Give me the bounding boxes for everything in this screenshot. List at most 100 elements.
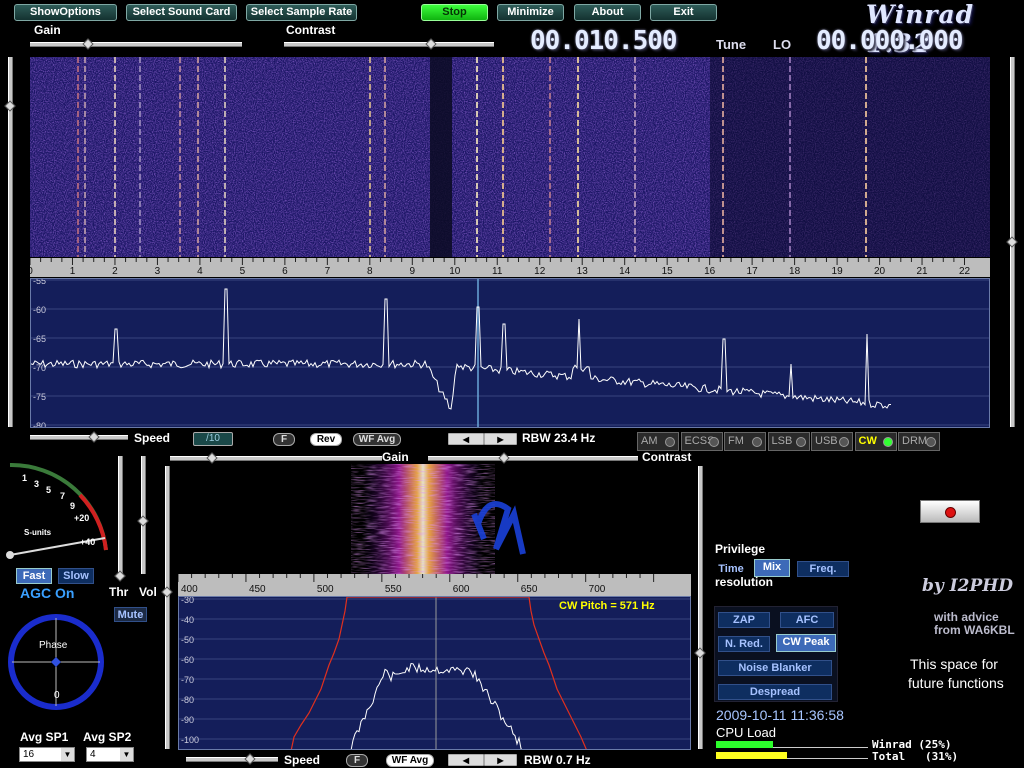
zoom-ruler-tick: 700 bbox=[589, 584, 606, 595]
spectrum-y-tick: -80 bbox=[33, 421, 46, 428]
waterfall-right-slider-knob[interactable] bbox=[1006, 236, 1018, 248]
resolution-label: resolution bbox=[715, 575, 774, 589]
rev-button[interactable]: Rev bbox=[310, 433, 342, 446]
zoom-rbw-increase-button[interactable]: ▶ bbox=[484, 754, 517, 766]
spectrum-y-tick: -75 bbox=[33, 392, 46, 402]
zoom-contrast-slider-knob[interactable] bbox=[498, 452, 510, 464]
tune-frequency-display[interactable]: 00.010.500 bbox=[530, 26, 678, 56]
despread-button[interactable]: Despread bbox=[718, 684, 832, 700]
gain-slider[interactable] bbox=[30, 42, 242, 47]
mode-cw-button[interactable]: CW bbox=[854, 432, 897, 451]
zoom-waterfall[interactable] bbox=[178, 464, 691, 574]
mode-label: AM bbox=[641, 435, 658, 447]
spectrum-display[interactable]: -55-60-65-70-75-80 bbox=[30, 278, 990, 428]
zoom-speed-slider[interactable] bbox=[186, 757, 278, 762]
contrast-label: Contrast bbox=[286, 23, 336, 37]
avg-sp1-select[interactable]: 16 bbox=[19, 747, 75, 762]
waterfall-ruler-tick: 16 bbox=[704, 266, 716, 277]
zoom-wf-avg-button[interactable]: WF Avg bbox=[386, 754, 434, 767]
thr-slider-knob[interactable] bbox=[114, 570, 126, 582]
record-button[interactable] bbox=[920, 500, 980, 523]
zoom-right-slider-knob[interactable] bbox=[694, 647, 706, 659]
stop-button[interactable]: Stop bbox=[421, 4, 488, 21]
waterfall-display[interactable] bbox=[30, 57, 990, 257]
zoom-gain-slider[interactable] bbox=[170, 456, 382, 461]
mode-fm-button[interactable]: FM bbox=[724, 432, 766, 451]
wf-avg-button[interactable]: WF Avg bbox=[353, 433, 401, 446]
waterfall-ruler-tick: 10 bbox=[449, 266, 461, 277]
agc-fast-button[interactable]: Fast bbox=[16, 568, 52, 584]
zoom-gain-label: Gain bbox=[382, 450, 409, 464]
mode-label: DRM bbox=[902, 435, 928, 447]
waterfall-ruler-tick: 1 bbox=[70, 266, 76, 277]
mode-lsb-button[interactable]: LSB bbox=[767, 432, 810, 451]
zoom-y-tick: -40 bbox=[181, 615, 194, 625]
speed-divider-button[interactable]: /10 bbox=[193, 432, 233, 446]
cw-peak-button[interactable]: CW Peak bbox=[776, 634, 836, 652]
select-sound-card-button[interactable]: Select Sound Card bbox=[126, 4, 237, 21]
zoom-speed-label: Speed bbox=[284, 753, 321, 767]
privilege-freq-button[interactable]: Freq. bbox=[797, 561, 849, 577]
agc-status: AGC On bbox=[20, 585, 75, 601]
zoom-frequency-ruler: 400 450 500 550 600 650 700 bbox=[177, 574, 691, 596]
waterfall-ruler-tick: 9 bbox=[410, 266, 416, 277]
mode-label: USB bbox=[815, 435, 838, 447]
zoom-contrast-slider[interactable] bbox=[428, 456, 638, 461]
mode-usb-button[interactable]: USB bbox=[811, 432, 853, 451]
mode-led-icon bbox=[752, 437, 762, 447]
zoom-spectrum-display[interactable]: -30 -40 -50 -60 -70 -80 -90 -100 CW Pitch = 571… bbox=[178, 596, 691, 750]
waterfall-frequency-ruler: 012345678910111213141516171819202122 bbox=[27, 258, 990, 277]
total-load-bar bbox=[716, 752, 868, 759]
noise-blanker-button[interactable]: Noise Blanker bbox=[718, 660, 832, 676]
contrast-slider-knob[interactable] bbox=[425, 38, 437, 50]
gain-label: Gain bbox=[34, 23, 61, 37]
zoom-left-slider[interactable] bbox=[165, 466, 170, 749]
zoom-y-tick: -30 bbox=[181, 596, 194, 605]
credit-advice-line2: from WA6KBL bbox=[934, 623, 1015, 637]
waterfall-ruler-tick: 14 bbox=[619, 266, 631, 277]
phase-zero: 0 bbox=[54, 690, 60, 701]
minimize-button[interactable]: Minimize bbox=[497, 4, 564, 21]
thr-slider[interactable] bbox=[118, 456, 123, 574]
zoom-f-button[interactable]: F bbox=[346, 754, 368, 767]
zoom-gain-slider-knob[interactable] bbox=[206, 452, 218, 464]
afc-button[interactable]: AFC bbox=[780, 612, 834, 628]
mode-drm-button[interactable]: DRM bbox=[898, 432, 940, 451]
waterfall-ruler-tick: 18 bbox=[789, 266, 801, 277]
zoom-speed-slider-knob[interactable] bbox=[244, 753, 256, 765]
f-button[interactable]: F bbox=[273, 433, 295, 446]
spectrum-y-tick: -55 bbox=[33, 278, 46, 286]
rbw-increase-button[interactable]: ▶ bbox=[484, 433, 517, 445]
waterfall-ruler-tick: 19 bbox=[832, 266, 844, 277]
zoom-left-slider-knob[interactable] bbox=[161, 586, 173, 598]
show-options-button[interactable]: ShowOptions bbox=[14, 4, 117, 21]
waterfall-ruler-tick: 4 bbox=[197, 266, 203, 277]
avg-sp2-select[interactable]: 4 bbox=[86, 747, 134, 762]
lo-frequency-display[interactable]: 00.000.000 bbox=[816, 26, 964, 56]
select-sample-rate-button[interactable]: Select Sample Rate bbox=[246, 4, 357, 21]
gain-slider-knob[interactable] bbox=[82, 38, 94, 50]
vol-slider-knob[interactable] bbox=[137, 515, 149, 527]
mode-am-button[interactable]: AM bbox=[637, 432, 679, 451]
zoom-ruler-tick: 400 bbox=[181, 584, 198, 595]
spectrum-y-tick: -60 bbox=[33, 305, 46, 315]
winrad-load-bar bbox=[716, 741, 868, 748]
zap-button[interactable]: ZAP bbox=[718, 612, 770, 628]
speed-slider-knob[interactable] bbox=[88, 431, 100, 443]
about-button[interactable]: About bbox=[574, 4, 641, 21]
exit-button[interactable]: Exit bbox=[650, 4, 717, 21]
mode-ecss-button[interactable]: ECSS bbox=[680, 432, 723, 451]
s-meter-scale-label: +40 bbox=[80, 537, 95, 547]
waterfall-left-slider[interactable] bbox=[8, 57, 13, 427]
agc-slow-button[interactable]: Slow bbox=[58, 568, 94, 584]
zoom-right-slider[interactable] bbox=[698, 466, 703, 749]
zoom-rbw-decrease-button[interactable]: ◀ bbox=[448, 754, 484, 766]
phase-dial[interactable]: Phase 0 bbox=[6, 612, 106, 712]
noise-reduction-button[interactable]: N. Red. bbox=[718, 636, 770, 652]
contrast-slider[interactable] bbox=[284, 42, 494, 47]
rbw-decrease-button[interactable]: ◀ bbox=[448, 433, 484, 445]
speed-slider[interactable] bbox=[30, 435, 128, 440]
waterfall-left-slider-knob[interactable] bbox=[4, 100, 16, 112]
mode-led-icon bbox=[882, 437, 893, 447]
mute-button[interactable]: Mute bbox=[114, 607, 147, 622]
